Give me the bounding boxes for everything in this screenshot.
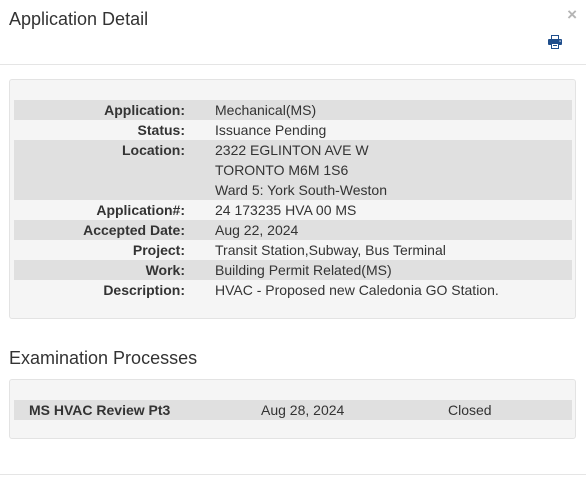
detail-value: 24 173235 HVA 00 MS [185, 200, 572, 220]
detail-value: Mechanical(MS) [185, 100, 572, 120]
examination-panel: MS HVAC Review Pt3 Aug 28, 2024 Closed [9, 379, 576, 439]
detail-label: Status: [137, 122, 185, 138]
detail-label: Application: [14, 100, 185, 120]
detail-row-location: Location: 2322 EGLINTON AVE W TORONTO M6… [14, 140, 572, 200]
close-button[interactable]: × [567, 6, 577, 23]
examination-name: MS HVAC Review Pt3 [29, 402, 171, 418]
detail-value: Issuance Pending [185, 120, 572, 140]
detail-label: Project: [132, 242, 185, 258]
application-detail-panel: Application: Mechanical(MS) Status: Issu… [9, 79, 576, 319]
examination-date: Aug 28, 2024 [261, 402, 345, 418]
detail-value-line: HVAC - Proposed new Caledonia GO Station… [215, 282, 499, 298]
detail-row-work: Work: Building Permit Related(MS) [14, 260, 572, 280]
detail-value-line: Transit Station,Subway, Bus Terminal [215, 242, 446, 258]
detail-value-line: Building Permit Related(MS) [215, 262, 392, 278]
detail-value: Aug 22, 2024 [185, 220, 572, 240]
examination-status: Closed [448, 402, 492, 418]
detail-row-application: Application: Mechanical(MS) [14, 100, 572, 120]
detail-row-project: Project: Transit Station,Subway, Bus Ter… [14, 240, 572, 260]
detail-value-line: TORONTO M6M 1S6 [215, 162, 349, 178]
detail-row-accepted-date: Accepted Date: Aug 22, 2024 [14, 220, 572, 240]
printer-icon[interactable] [547, 35, 563, 49]
detail-value-line: 24 173235 HVA 00 MS [215, 202, 357, 218]
detail-value-line: 2322 EGLINTON AVE W [215, 142, 369, 158]
detail-value: HVAC - Proposed new Caledonia GO Station… [185, 280, 572, 300]
application-detail-table: Application: Mechanical(MS) Status: Issu… [14, 100, 572, 300]
detail-value-line: Aug 22, 2024 [215, 222, 299, 238]
detail-value-line: Ward 5: York South-Weston [215, 182, 387, 198]
detail-value-line: Mechanical(MS) [215, 102, 317, 118]
detail-value: 2322 EGLINTON AVE W TORONTO M6M 1S6 Ward… [185, 140, 572, 200]
detail-label: Work: [14, 260, 185, 280]
detail-label: Description: [103, 282, 185, 298]
examination-row: MS HVAC Review Pt3 Aug 28, 2024 Closed [14, 400, 572, 420]
examination-section-title: Examination Processes [9, 348, 198, 368]
modal-header: Application Detail × [0, 0, 586, 65]
detail-value: Building Permit Related(MS) [185, 260, 572, 280]
detail-label: Application#: [96, 202, 185, 218]
modal-title: Application Detail [9, 9, 149, 29]
detail-label: Accepted Date: [14, 220, 185, 240]
detail-label: Location: [14, 140, 185, 200]
detail-value: Transit Station,Subway, Bus Terminal [185, 240, 572, 260]
detail-row-application-number: Application#: 24 173235 HVA 00 MS [14, 200, 572, 220]
detail-value-line: Issuance Pending [215, 122, 327, 138]
detail-row-status: Status: Issuance Pending [14, 120, 572, 140]
detail-row-description: Description: HVAC - Proposed new Caledon… [14, 280, 572, 300]
modal-footer-divider [0, 474, 586, 475]
